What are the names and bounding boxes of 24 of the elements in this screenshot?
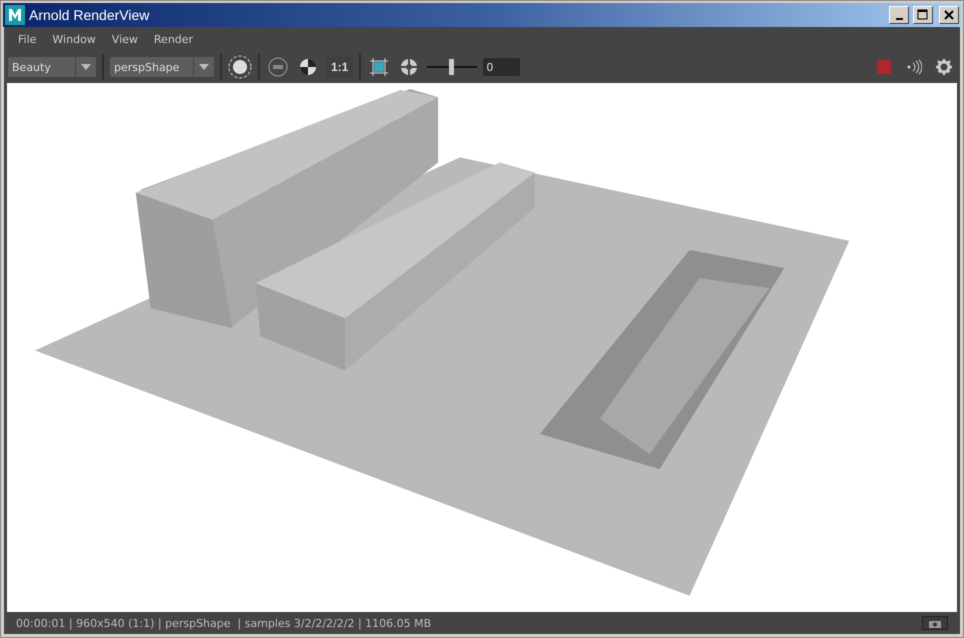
snapshot-button[interactable] — [922, 616, 948, 630]
camera-dropdown[interactable]: perspShape — [110, 57, 214, 78]
close-icon — [944, 10, 954, 20]
status-text: 00:00:01 | 960x540 (1:1) | perspShape | samples 3/2/2/2/2/2 | 1106.05 MB — [16, 616, 432, 630]
window-title: Arnold RenderView — [29, 7, 150, 24]
exposure-field[interactable]: 0 — [483, 58, 520, 76]
menu-item[interactable]: Window — [44, 32, 104, 46]
menu-item[interactable]: File — [10, 32, 44, 46]
camera-icon — [929, 618, 941, 628]
menu-item[interactable]: View — [104, 32, 146, 46]
render-button[interactable] — [228, 55, 252, 80]
caret-icon — [81, 64, 91, 70]
stop-icon — [877, 60, 891, 74]
aov-dropdown[interactable]: Beauty — [8, 57, 96, 78]
menu-item[interactable]: Render — [146, 32, 202, 46]
maximize-icon — [917, 9, 929, 22]
maximize-button[interactable] — [913, 6, 933, 24]
slider-thumb[interactable] — [449, 59, 454, 76]
minimize-icon — [896, 18, 902, 20]
minimize-button[interactable] — [889, 6, 909, 24]
caret-icon — [199, 64, 209, 70]
zoom-ratio-button[interactable]: 1:1 — [326, 56, 354, 78]
app-logo-icon — [5, 5, 25, 26]
close-button[interactable] — [939, 6, 959, 24]
